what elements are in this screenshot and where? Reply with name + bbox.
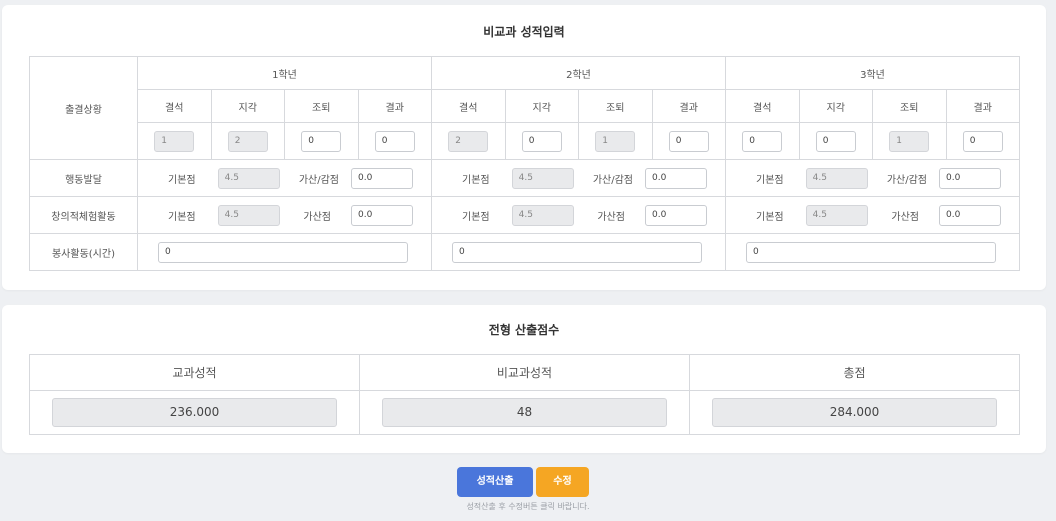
year3-late-input[interactable]: 0: [815, 130, 856, 152]
year3-absence-input[interactable]: 0: [742, 130, 783, 152]
hint-text: 성적산출 후 수정버튼 클릭 바랍니다.: [466, 502, 590, 511]
edit-button[interactable]: 수정: [536, 467, 589, 497]
year2-volunteer-input[interactable]: 0: [452, 241, 702, 263]
col-absence: 결석: [137, 89, 212, 123]
year3-missed-class-input[interactable]: 0: [962, 130, 1003, 152]
non-subject-card: 비교과 성적입력 출결상황 1학년 2학년 3학년 결석 지각 조퇴 결과 결석…: [2, 5, 1046, 290]
base-score-label: 기본점: [168, 174, 196, 186]
base-score-label: 기본점: [756, 174, 784, 186]
score-title: 전형 산출점수: [488, 323, 560, 337]
col-missed-class: 결과: [945, 89, 1020, 123]
col-missed-class: 결과: [357, 89, 432, 123]
col-missed-class: 결과: [651, 89, 726, 123]
year2-missed-class-input[interactable]: 0: [668, 130, 709, 152]
col-early-leave: 조퇴: [872, 89, 947, 123]
year1-early-leave-input[interactable]: 0: [301, 130, 342, 152]
add-score-label: 가산점: [891, 211, 919, 223]
year3-behavior-base-input: 4.5: [805, 167, 868, 189]
calculate-score-button[interactable]: 성적산출: [457, 467, 533, 497]
col-late: 지각: [210, 89, 285, 123]
subject-score-value: 236.000: [52, 398, 337, 427]
non-subject-score-header: 비교과성적: [359, 354, 690, 391]
year2-creative-base-input: 4.5: [511, 204, 574, 226]
base-score-label: 기본점: [756, 211, 784, 223]
year1-volunteer-input[interactable]: 0: [158, 241, 408, 263]
non-subject-title: 비교과 성적입력: [483, 25, 565, 39]
year-2-header: 2학년: [431, 56, 726, 90]
year3-creative-base-input: 4.5: [805, 204, 868, 226]
year3-volunteer-input[interactable]: 0: [746, 241, 996, 263]
subject-score-header: 교과성적: [29, 354, 360, 391]
creative-activity-label: 창의적체험활동: [29, 196, 138, 234]
year1-missed-class-input[interactable]: 0: [374, 130, 415, 152]
non-subject-score-value: 48: [382, 398, 667, 427]
year2-behavior-base-input: 4.5: [511, 167, 574, 189]
base-score-label: 기본점: [168, 211, 196, 223]
year2-early-leave-input: 1: [595, 130, 636, 152]
year3-behavior-add-input[interactable]: 0.0: [939, 167, 1001, 189]
col-late: 지각: [798, 89, 873, 123]
year1-creative-base-input: 4.5: [217, 204, 280, 226]
year1-behavior-base-input: 4.5: [217, 167, 280, 189]
col-early-leave: 조퇴: [284, 89, 359, 123]
year-1-header: 1학년: [137, 56, 432, 90]
add-sub-label: 가산/감점: [592, 174, 633, 186]
year2-creative-add-input[interactable]: 0.0: [645, 204, 707, 226]
year1-behavior-add-input[interactable]: 0.0: [351, 167, 413, 189]
year-3-header: 3학년: [725, 56, 1020, 90]
total-score-header: 총점: [689, 354, 1020, 391]
score-table: 교과성적 비교과성적 총점 236.000 48 284.000: [29, 354, 1020, 435]
year2-late-input[interactable]: 0: [521, 130, 562, 152]
year3-creative-add-input[interactable]: 0.0: [939, 204, 1001, 226]
non-subject-table: 출결상황 1학년 2학년 3학년 결석 지각 조퇴 결과 결석 지각 조퇴 결과…: [29, 56, 1020, 271]
year2-behavior-add-input[interactable]: 0.0: [645, 167, 707, 189]
add-score-label: 가산점: [303, 211, 331, 223]
behavior-label: 행동발달: [29, 159, 138, 197]
year1-late-input: 2: [227, 130, 268, 152]
year3-early-leave-input: 1: [889, 130, 930, 152]
total-score-value: 284.000: [712, 398, 997, 427]
year1-creative-add-input[interactable]: 0.0: [351, 204, 413, 226]
base-score-label: 기본점: [462, 211, 490, 223]
col-late: 지각: [504, 89, 579, 123]
year1-absence-input: 1: [154, 130, 195, 152]
col-early-leave: 조퇴: [578, 89, 653, 123]
add-sub-label: 가산/감점: [886, 174, 927, 186]
year2-absence-input: 2: [448, 130, 489, 152]
base-score-label: 기본점: [462, 174, 490, 186]
add-score-label: 가산점: [597, 211, 625, 223]
score-card: 전형 산출점수 교과성적 비교과성적 총점 236.000 48 284.000: [2, 305, 1046, 453]
volunteer-label: 봉사활동(시간): [29, 233, 138, 271]
col-absence: 결석: [725, 89, 800, 123]
col-absence: 결석: [431, 89, 506, 123]
attendance-label: 출결상황: [29, 56, 138, 160]
add-sub-label: 가산/감점: [298, 174, 339, 186]
